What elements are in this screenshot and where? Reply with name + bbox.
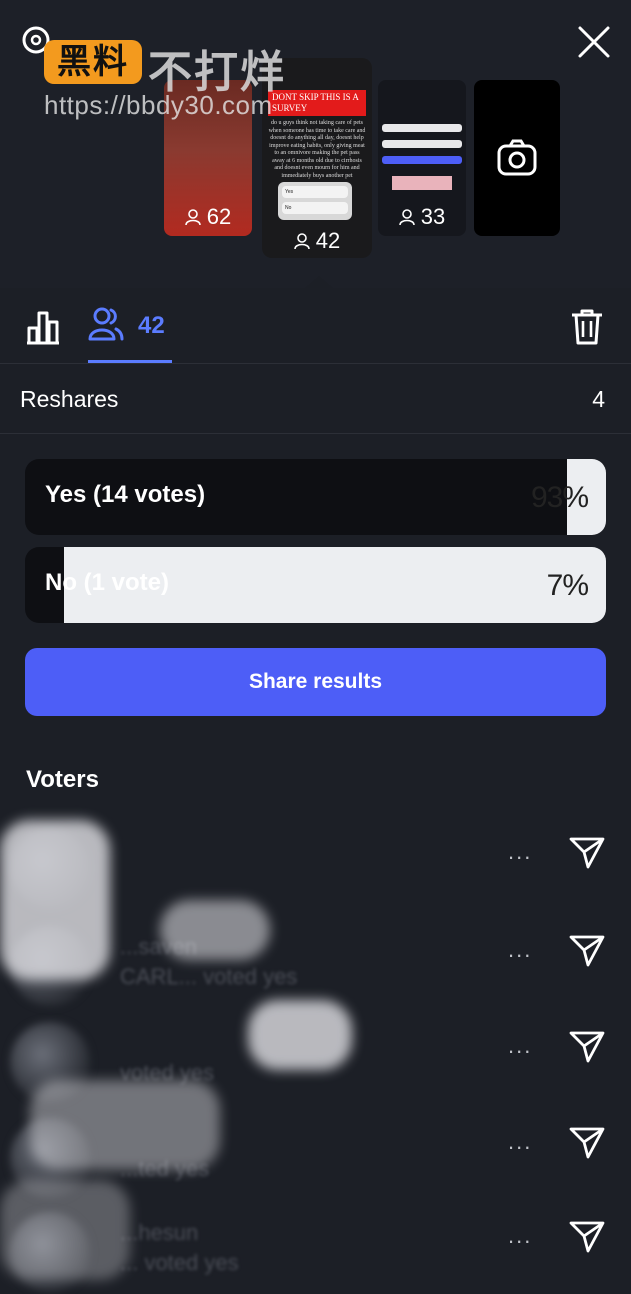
viewer-count: 62: [164, 204, 252, 230]
redaction-scribble: [30, 1080, 220, 1170]
redaction-scribble: [248, 1000, 352, 1070]
poll-preview-bar: [382, 140, 462, 148]
watermark-logo: 黑料: [44, 40, 142, 84]
insights-tabs: 42: [0, 288, 631, 364]
voter-name: ...hesun: [120, 1220, 199, 1245]
poll-option-label: Yes (14 votes): [45, 481, 206, 508]
more-options-icon[interactable]: ...: [508, 1035, 540, 1057]
share-results-button[interactable]: Share results: [25, 648, 606, 716]
viewers-icon: [184, 209, 201, 226]
send-icon[interactable]: [568, 1028, 606, 1064]
more-options-icon[interactable]: ...: [508, 841, 540, 863]
voter-status: CARL... voted yes: [120, 964, 298, 989]
send-icon[interactable]: [568, 834, 606, 870]
more-options-icon[interactable]: ...: [508, 1225, 540, 1247]
poll-option-no: No (1 vote) 7%: [25, 547, 606, 623]
reshares-row: Reshares 4: [0, 364, 631, 434]
reshares-label: Reshares: [20, 386, 119, 412]
poll-option-label: No (1 vote): [45, 569, 170, 596]
poll-sticker: Yes No: [278, 182, 352, 220]
more-options-icon[interactable]: ...: [508, 939, 540, 961]
story-thumbnail[interactable]: 33: [378, 80, 466, 236]
active-tab-indicator: [88, 360, 172, 363]
send-icon[interactable]: [568, 1218, 606, 1254]
redaction-scribble: [0, 820, 110, 980]
watermark-url: https://bbdy30.com: [44, 90, 273, 120]
poll-preview-bar: [382, 124, 462, 132]
voter-status: ... voted yes: [120, 1250, 239, 1275]
viewers-icon: [398, 209, 415, 226]
selected-pointer: [305, 276, 333, 288]
redaction-scribble: [0, 1180, 130, 1280]
viewers-icon: [88, 307, 124, 341]
tab-viewers[interactable]: 42: [88, 306, 174, 364]
trash-icon[interactable]: [570, 308, 604, 346]
reshares-value: 4: [592, 386, 605, 412]
poll-preview-button: [382, 156, 462, 164]
viewer-count: 42: [262, 228, 372, 254]
story-carousel: 62 DONT SKIP THIS IS A SURVEY do u guys …: [0, 0, 631, 288]
bar-chart-icon[interactable]: [24, 308, 62, 346]
viewers-icon: [293, 233, 310, 250]
send-icon[interactable]: [568, 1124, 606, 1160]
redaction-scribble: [160, 900, 270, 960]
more-options-icon[interactable]: ...: [508, 1131, 540, 1153]
poll-option-percent: 7%: [546, 569, 589, 602]
poll-option-percent: 93%: [530, 481, 589, 514]
poll-option-yes: Yes (14 votes) 93%: [25, 459, 606, 535]
viewers-count: 42: [138, 312, 165, 339]
story-caption: [392, 176, 452, 190]
voters-heading: Voters: [26, 766, 99, 793]
camera-icon: [497, 139, 537, 176]
story-text: do u guys think not taking care of pets …: [268, 120, 366, 179]
close-icon[interactable]: [574, 22, 614, 62]
add-story-tile[interactable]: [474, 80, 560, 236]
viewer-count: 33: [378, 204, 466, 230]
send-icon[interactable]: [568, 932, 606, 968]
